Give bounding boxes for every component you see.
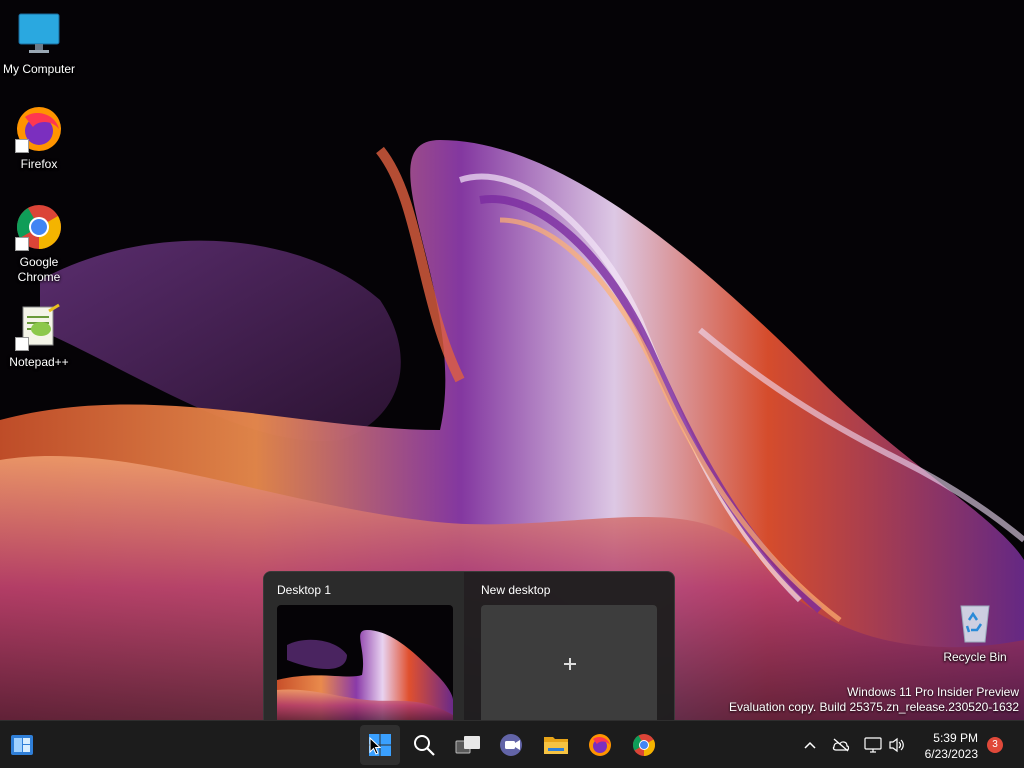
show-hidden-icons-button[interactable]	[800, 721, 820, 768]
clock-date: 6/23/2023	[924, 747, 978, 761]
plus-icon	[564, 658, 576, 670]
shortcut-arrow-icon	[15, 237, 29, 251]
desktop-icon-label: Notepad++	[9, 355, 69, 369]
virtual-desktop-thumbnail[interactable]	[277, 605, 453, 721]
firefox-icon	[15, 105, 63, 153]
clock-time: 5:39 PM	[933, 731, 978, 745]
task-view-button[interactable]	[448, 725, 488, 765]
display-button[interactable]	[862, 721, 884, 768]
notepad-plus-plus-icon	[15, 303, 63, 351]
desktop-icon-label: Recycle Bin	[943, 650, 1007, 664]
watermark-line-1: Windows 11 Pro Insider Preview	[847, 685, 1019, 699]
widgets-icon	[11, 735, 33, 755]
chevron-up-icon	[804, 741, 816, 749]
volume-button[interactable]	[886, 721, 908, 768]
shortcut-arrow-icon	[15, 337, 29, 351]
file-explorer-icon	[544, 737, 568, 754]
virtual-desktop-title: Desktop 1	[277, 583, 332, 597]
virtual-desktop-1[interactable]: Desktop 1	[264, 572, 464, 721]
network-offline-icon	[832, 738, 850, 752]
network-button[interactable]	[830, 721, 852, 768]
desktop-icon-firefox[interactable]: Firefox	[0, 105, 78, 172]
search-button[interactable]	[404, 725, 444, 765]
mouse-cursor-icon	[369, 737, 381, 755]
monitor-icon	[15, 10, 63, 58]
chat-icon	[500, 734, 522, 756]
taskbar: 5:39 PM 6/23/2023 3	[0, 720, 1024, 768]
widgets-button[interactable]	[2, 725, 42, 765]
desktop-icon-recycle-bin[interactable]: Recycle Bin	[936, 598, 1014, 665]
recycle-bin-icon	[951, 598, 999, 646]
desktop-icon-google-chrome[interactable]: Google Chrome	[0, 203, 78, 285]
chat-button[interactable]	[492, 725, 532, 765]
clock[interactable]: 5:39 PM 6/23/2023	[925, 730, 978, 762]
chrome-taskbar-button[interactable]	[624, 725, 664, 765]
search-icon	[414, 735, 435, 756]
evaluation-watermark: Windows 11 Pro Insider Preview Evaluatio…	[729, 685, 1019, 715]
new-desktop[interactable]: New desktop	[468, 572, 668, 721]
shortcut-arrow-icon	[15, 139, 29, 153]
new-desktop-title: New desktop	[481, 583, 551, 597]
firefox-taskbar-button[interactable]	[580, 725, 620, 765]
volume-icon	[889, 737, 904, 753]
desktop-icon-my-computer[interactable]: My Computer	[0, 10, 78, 77]
new-desktop-button[interactable]	[481, 605, 657, 721]
desktop-icon-notepad-plus-plus[interactable]: Notepad++	[0, 303, 78, 370]
watermark-line-2: Evaluation copy. Build 25375.zn_release.…	[729, 700, 1019, 714]
start-button[interactable]	[360, 725, 400, 765]
task-view-icon	[455, 736, 480, 754]
file-explorer-button[interactable]	[536, 725, 576, 765]
firefox-icon	[589, 734, 611, 756]
desktop-icon-label: Firefox	[20, 157, 58, 171]
notification-badge[interactable]: 3	[987, 737, 1003, 753]
task-view-flyout: Desktop 1 New desktop	[263, 571, 675, 721]
chrome-icon	[632, 734, 655, 756]
display-icon	[864, 737, 882, 753]
chrome-icon	[15, 203, 63, 251]
desktop-icon-label: My Computer	[2, 62, 76, 76]
desktop-icon-label: Google Chrome	[17, 255, 61, 284]
